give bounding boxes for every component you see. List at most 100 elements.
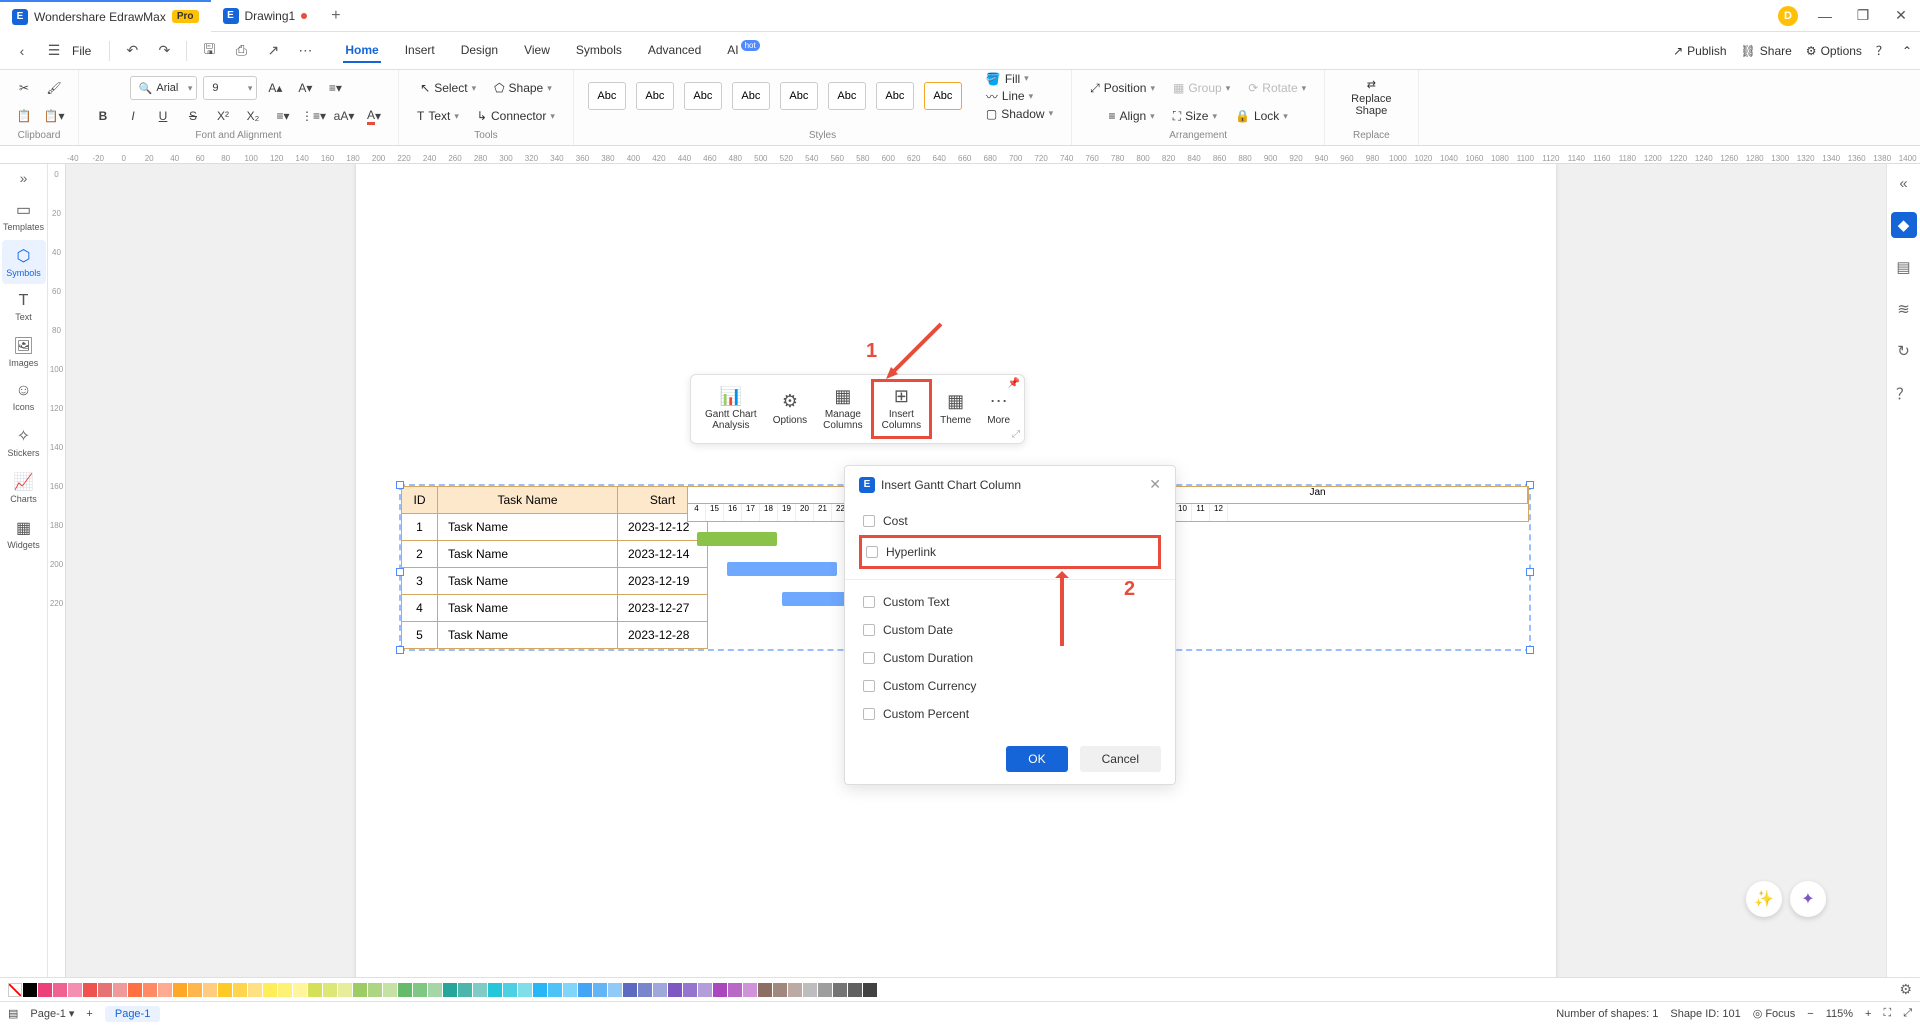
style-preset-4[interactable]: Abc	[732, 82, 770, 110]
ai-sparkle-button[interactable]: ✨	[1746, 881, 1782, 917]
color-chip[interactable]	[563, 983, 577, 997]
more-menu-button[interactable]: ⋯	[291, 37, 319, 65]
underline-button[interactable]: U	[151, 104, 175, 128]
color-chip[interactable]	[638, 983, 652, 997]
ctx-theme[interactable]: ▦ Theme	[932, 379, 979, 439]
color-chip[interactable]	[533, 983, 547, 997]
color-chip[interactable]	[98, 983, 112, 997]
increase-font-button[interactable]: A▴	[263, 76, 287, 100]
sidebar-item-text[interactable]: T Text	[2, 286, 46, 328]
color-chip[interactable]	[263, 983, 277, 997]
color-chip[interactable]	[803, 983, 817, 997]
options-button[interactable]: ⚙ Options	[1806, 44, 1862, 58]
ctx-insert columns[interactable]: ⊞ Insert Columns	[871, 379, 932, 439]
zoom-level[interactable]: 115%	[1826, 1008, 1853, 1020]
color-chip[interactable]	[143, 983, 157, 997]
rotate-menu[interactable]: ⟳ Rotate▾	[1242, 81, 1312, 95]
color-chip[interactable]	[188, 983, 202, 997]
dialog-option-custom duration[interactable]: Custom Duration	[859, 644, 1161, 672]
zoom-out-button[interactable]: −	[1807, 1008, 1813, 1020]
collapse-right-button[interactable]: «	[1891, 170, 1917, 196]
file-menu[interactable]: File	[72, 44, 91, 58]
app-tab[interactable]: E Wondershare EdrawMax Pro	[0, 0, 211, 32]
dialog-option-hyperlink[interactable]: Hyperlink	[859, 535, 1161, 569]
subscript-button[interactable]: X₂	[241, 104, 265, 128]
shape-tool[interactable]: ⬠ Shape▾	[488, 81, 558, 95]
color-chip[interactable]	[428, 983, 442, 997]
tab-home[interactable]: Home	[343, 39, 380, 63]
expand-sidebar-button[interactable]: »	[20, 170, 28, 186]
tab-design[interactable]: Design	[459, 39, 500, 63]
dialog-option-custom currency[interactable]: Custom Currency	[859, 672, 1161, 700]
color-chip[interactable]	[863, 983, 877, 997]
color-chip[interactable]	[683, 983, 697, 997]
color-chip[interactable]	[848, 983, 862, 997]
dialog-option-custom text[interactable]: Custom Text	[859, 588, 1161, 616]
dialog-option-cost[interactable]: Cost	[859, 507, 1161, 535]
color-chip[interactable]	[758, 983, 772, 997]
color-chip[interactable]	[68, 983, 82, 997]
add-page-button[interactable]: +	[86, 1008, 92, 1020]
sidebar-item-charts[interactable]: 📈 Charts	[2, 466, 46, 510]
new-tab-button[interactable]: +	[319, 0, 352, 32]
font-color-button[interactable]: A▾	[362, 104, 386, 128]
right-help-button[interactable]: ？	[1891, 380, 1917, 406]
focus-button[interactable]: ◎ Focus	[1753, 1007, 1796, 1020]
pages-menu-button[interactable]: ▤	[8, 1007, 18, 1020]
color-chip[interactable]	[773, 983, 787, 997]
decrease-font-button[interactable]: A▾	[293, 76, 317, 100]
color-chip[interactable]	[878, 983, 892, 997]
color-chip[interactable]	[293, 983, 307, 997]
print-button[interactable]: ⎙	[227, 37, 255, 65]
line-menu[interactable]: 〰 Line▾	[980, 88, 1059, 105]
color-chip[interactable]	[488, 983, 502, 997]
fit-page-button[interactable]: ⛶	[1883, 1007, 1891, 1020]
align-menu-button[interactable]: ≡▾	[323, 76, 347, 100]
color-chip[interactable]	[518, 983, 532, 997]
color-chip[interactable]	[593, 983, 607, 997]
style-preset-3[interactable]: Abc	[684, 82, 722, 110]
color-chip[interactable]	[548, 983, 562, 997]
ai-magic-button[interactable]: ✦	[1790, 881, 1826, 917]
ctx-pin-icon[interactable]: 📌	[1008, 378, 1020, 389]
document-tab[interactable]: E Drawing1	[211, 0, 320, 32]
tab-view[interactable]: View	[522, 39, 552, 63]
shadow-menu[interactable]: ▢ Shadow▾	[980, 107, 1059, 121]
style-preset-2[interactable]: Abc	[636, 82, 674, 110]
color-chip[interactable]	[158, 983, 172, 997]
format-painter-button[interactable]: 🖌	[42, 76, 66, 100]
publish-button[interactable]: ↗ Publish	[1673, 44, 1726, 58]
select-tool[interactable]: ↖ Select▾	[414, 81, 482, 95]
dialog-option-custom percent[interactable]: Custom Percent	[859, 700, 1161, 728]
strike-button[interactable]: S	[181, 104, 205, 128]
color-chip[interactable]	[653, 983, 667, 997]
export-button[interactable]: ↗	[259, 37, 287, 65]
undo-button[interactable]: ↶	[118, 37, 146, 65]
right-history-button[interactable]: ↻	[1891, 338, 1917, 364]
hamburger-icon[interactable]: ☰	[40, 37, 68, 65]
tab-symbols[interactable]: Symbols	[574, 39, 624, 63]
style-preset-6[interactable]: Abc	[828, 82, 866, 110]
paste-button[interactable]: 📋▾	[42, 104, 66, 128]
text-tool[interactable]: T Text▾	[411, 109, 465, 123]
sidebar-item-stickers[interactable]: ✧ Stickers	[2, 420, 46, 464]
color-chip[interactable]	[743, 983, 757, 997]
tab-insert[interactable]: Insert	[403, 39, 437, 63]
cut-button[interactable]: ✂	[12, 76, 36, 100]
style-preset-7[interactable]: Abc	[876, 82, 914, 110]
color-chip[interactable]	[353, 983, 367, 997]
color-chip[interactable]	[53, 983, 67, 997]
no-fill-icon[interactable]	[8, 983, 22, 997]
align-menu[interactable]: ≡ Align▾	[1102, 109, 1160, 123]
minimize-button[interactable]: —	[1806, 0, 1844, 32]
color-chip[interactable]	[473, 983, 487, 997]
color-chip[interactable]	[83, 983, 97, 997]
right-format-button[interactable]: ◆	[1891, 212, 1917, 238]
case-button[interactable]: aA▾	[332, 104, 356, 128]
sidebar-item-symbols[interactable]: ⬡ Symbols	[2, 240, 46, 284]
color-settings-button[interactable]: ⚙	[1899, 981, 1912, 998]
page-tab[interactable]: Page-1	[105, 1006, 160, 1022]
color-chip[interactable]	[788, 983, 802, 997]
style-preset-1[interactable]: Abc	[588, 82, 626, 110]
color-chip[interactable]	[383, 983, 397, 997]
